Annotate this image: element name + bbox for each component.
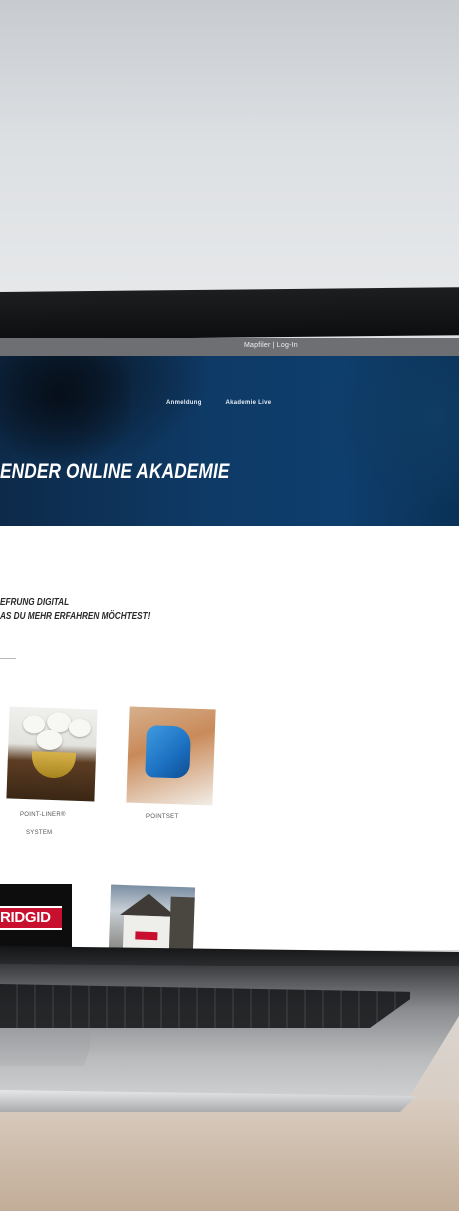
laptop-screen: Mapfiler | Log-In Anmeldung Akademie Liv…: [0, 338, 459, 950]
product-card-image-pointset[interactable]: [126, 706, 216, 806]
laptop-trackpad: [0, 1030, 90, 1066]
nav-item-akademie-live[interactable]: Akademie Live: [225, 400, 271, 406]
ridgid-logo-text: RIDGID: [0, 909, 51, 926]
house-roof-shape: [120, 892, 177, 917]
hero-background-shape: [0, 356, 130, 476]
main-navigation: Anmeldung Akademie Live: [166, 400, 293, 406]
utility-links[interactable]: Mapfiler | Log-In: [244, 342, 298, 349]
desk-surface: [0, 1100, 459, 1211]
nut-shape: [36, 729, 63, 751]
product-card-label[interactable]: POINT-LINER®: [20, 812, 66, 818]
nut-shape: [68, 718, 92, 738]
hero-title: ENDER ONLINE AKADEMIE: [0, 460, 230, 483]
section-title: EFRUNG DIGITAL AS DU MEHR ERFAHREN MÖCHT…: [0, 596, 150, 624]
cup-shape: [31, 751, 77, 779]
brand-card-ridgid[interactable]: RIDGID: [0, 884, 72, 950]
product-card-label-line-2[interactable]: SYSTEM: [26, 830, 52, 836]
laptop-top-bezel: [0, 287, 459, 340]
house-tree-shape: [168, 896, 196, 950]
utility-bar: Mapfiler | Log-In: [0, 338, 459, 356]
background-wall: [0, 0, 459, 300]
blue-part-shape: [145, 725, 192, 779]
product-card-image-point-liner[interactable]: [6, 706, 98, 802]
nav-item-anmeldung[interactable]: Anmeldung: [166, 400, 202, 406]
ridgid-logo: RIDGID: [0, 906, 62, 930]
section-title-line-1: EFRUNG DIGITAL: [0, 597, 70, 608]
section-title-line-2: AS DU MEHR ERFAHREN MÖCHTEST!: [0, 611, 151, 622]
product-card-image-house[interactable]: [108, 884, 196, 950]
house-red-tag: [135, 931, 158, 941]
product-card-label[interactable]: POINTSET: [146, 814, 178, 820]
section-divider: [0, 658, 16, 659]
hero-banner: Anmeldung Akademie Live ENDER ONLINE AKA…: [0, 356, 459, 526]
